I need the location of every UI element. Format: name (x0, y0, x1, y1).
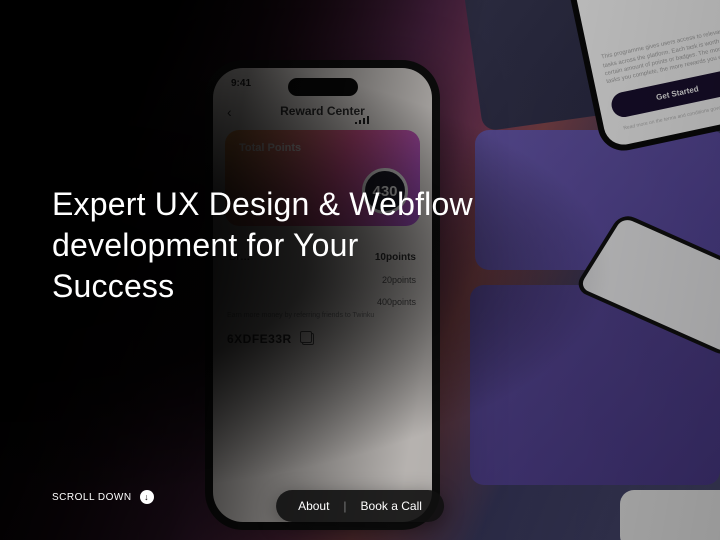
arrow-down-icon: ↓ (140, 490, 154, 504)
hero-headline: Expert UX Design & Webflow development f… (52, 184, 482, 307)
nav-separator: | (343, 499, 346, 513)
nav-about[interactable]: About (298, 499, 329, 513)
scroll-label: SCROLL DOWN (52, 492, 132, 503)
nav-book-call[interactable]: Book a Call (361, 499, 422, 513)
hero-text: Expert UX Design & Webflow development f… (52, 184, 482, 307)
scroll-indicator[interactable]: SCROLL DOWN ↓ (52, 490, 154, 504)
nav-pill: About | Book a Call (276, 490, 444, 522)
hero-section: 9:41 ‹ Reward Center Total Points 430 Br… (0, 0, 720, 540)
